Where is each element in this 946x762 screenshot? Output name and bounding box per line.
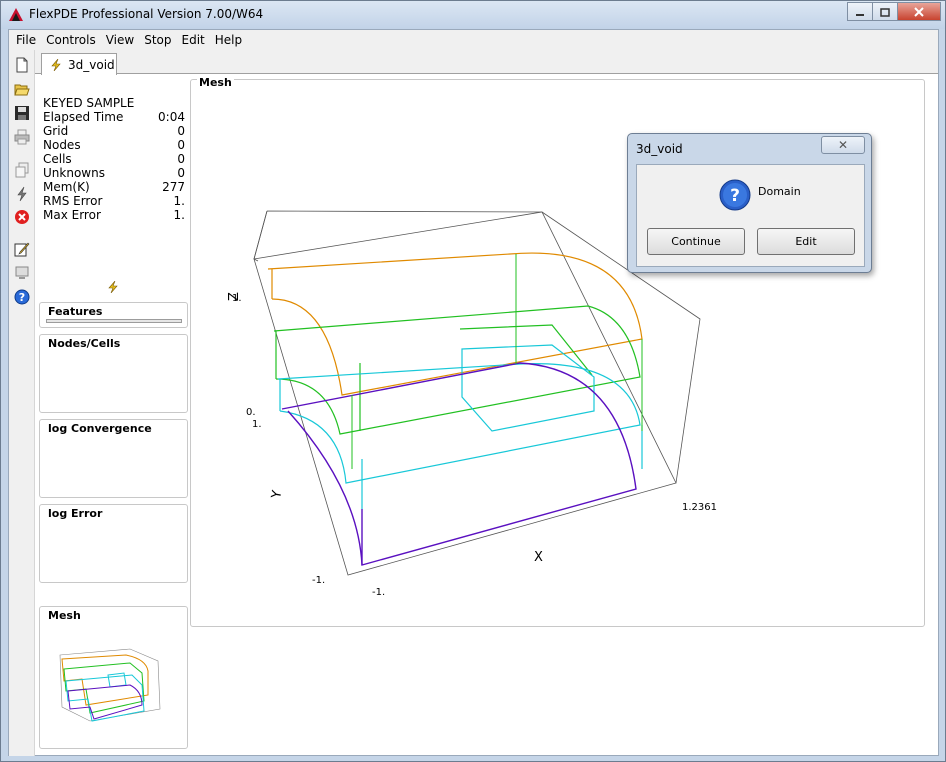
menu-edit[interactable]: Edit <box>177 30 210 50</box>
mesh-layer-lower <box>277 344 643 509</box>
main-window: FlexPDE Professional Version 7.00/W64 Fi… <box>0 0 946 762</box>
copy-button[interactable] <box>12 160 32 180</box>
new-file-button[interactable] <box>12 55 32 75</box>
dialog-title: 3d_void <box>636 142 683 156</box>
info-row: Elapsed Time 0:04 <box>43 110 185 124</box>
save-button[interactable] <box>12 103 32 123</box>
left-toolbar: ? <box>9 50 35 756</box>
log-error-panel: log Error <box>39 504 188 583</box>
status-info: KEYED SAMPLE Elapsed Time 0:04 Grid 0 Node… <box>43 96 185 222</box>
restore-button[interactable] <box>872 2 898 21</box>
continue-button[interactable]: Continue <box>647 228 745 255</box>
restore-icon <box>880 7 890 17</box>
minimize-button[interactable] <box>847 2 873 21</box>
new-file-icon <box>16 57 28 73</box>
question-icon: ? <box>719 179 751 211</box>
log-convergence-title: log Convergence <box>48 422 152 435</box>
info-row: Mem(K) 277 <box>43 180 185 194</box>
monitor-icon <box>15 266 29 279</box>
title-bar: FlexPDE Professional Version 7.00/W64 <box>1 1 945 29</box>
features-title: Features <box>48 305 103 318</box>
status-lightning-icon <box>108 281 118 293</box>
y-min-tick: -1. <box>312 575 325 586</box>
dialog-body: ? Domain Continue Edit <box>636 164 865 267</box>
y-max-tick: 1. <box>252 419 262 430</box>
edit-script-button[interactable] <box>12 239 32 259</box>
window-controls <box>847 2 941 22</box>
flexpde-app-icon <box>9 8 23 21</box>
info-row: Cells 0 <box>43 152 185 166</box>
window-title: FlexPDE Professional Version 7.00/W64 <box>29 7 264 21</box>
copy-icon <box>15 162 29 178</box>
dialog-close-button[interactable]: ✕ <box>821 136 865 154</box>
close-icon <box>914 6 924 17</box>
minimize-icon <box>856 13 864 16</box>
svg-text:?: ? <box>19 291 25 304</box>
features-progress-bar <box>46 319 182 323</box>
help-icon: ? <box>14 289 30 305</box>
nodes-cells-title: Nodes/Cells <box>48 337 121 350</box>
menu-bar: File Controls View Stop Edit Help <box>9 30 938 50</box>
open-folder-icon <box>14 84 30 96</box>
info-row: RMS Error 1. <box>43 194 185 208</box>
edit-icon <box>14 242 30 257</box>
y-axis-label: Y <box>269 489 285 500</box>
mesh-thumbnail-title: Mesh <box>48 609 81 622</box>
z-min-tick: 0. <box>246 407 256 418</box>
stop-button[interactable] <box>12 207 32 227</box>
svg-text:?: ? <box>730 186 740 206</box>
run-button[interactable] <box>12 184 32 204</box>
menu-stop[interactable]: Stop <box>139 30 176 50</box>
help-button[interactable]: ? <box>12 287 32 307</box>
close-button[interactable] <box>897 2 941 21</box>
tab-3d-void[interactable]: 3d_void <box>41 53 117 75</box>
x-axis-label: X <box>534 550 543 565</box>
menu-view[interactable]: View <box>101 30 139 50</box>
dialog-message: Domain <box>758 185 801 198</box>
menu-help[interactable]: Help <box>210 30 247 50</box>
features-panel: Features <box>39 302 188 328</box>
edit-button[interactable]: Edit <box>757 228 855 255</box>
info-row: Unknowns 0 <box>43 166 185 180</box>
info-row: Grid 0 <box>43 124 185 138</box>
x-min-tick: -1. <box>372 587 385 598</box>
menu-controls[interactable]: Controls <box>41 30 101 50</box>
lightning-icon <box>51 58 61 71</box>
mesh-layer-top <box>267 252 643 396</box>
domain-dialog: 3d_void ✕ ? Domain Continue Edit <box>627 133 872 273</box>
mesh-thumbnail-panel[interactable]: Mesh <box>39 606 188 749</box>
print-icon <box>14 129 30 145</box>
info-row: Max Error 1. <box>43 208 185 222</box>
log-convergence-panel: log Convergence <box>39 419 188 498</box>
tab-strip: 3d_void <box>35 50 938 75</box>
tab-label: 3d_void <box>68 57 115 72</box>
monitor-button[interactable] <box>12 263 32 283</box>
mesh-thumbnail-image <box>59 648 161 722</box>
nodes-cells-panel: Nodes/Cells <box>39 334 188 413</box>
z-max-tick: 1. <box>232 293 242 304</box>
mesh-layer-base <box>281 362 637 566</box>
open-folder-button[interactable] <box>12 79 32 99</box>
mesh-verticals <box>351 254 643 469</box>
sample-heading: KEYED SAMPLE <box>43 96 135 110</box>
x-max-tick: 1.2361 <box>682 502 717 513</box>
menu-file[interactable]: File <box>11 30 41 50</box>
print-button[interactable] <box>12 127 32 147</box>
stop-icon <box>15 210 29 224</box>
info-row: Nodes 0 <box>43 138 185 152</box>
run-icon <box>17 186 27 202</box>
save-icon <box>15 106 29 120</box>
log-error-title: log Error <box>48 507 103 520</box>
